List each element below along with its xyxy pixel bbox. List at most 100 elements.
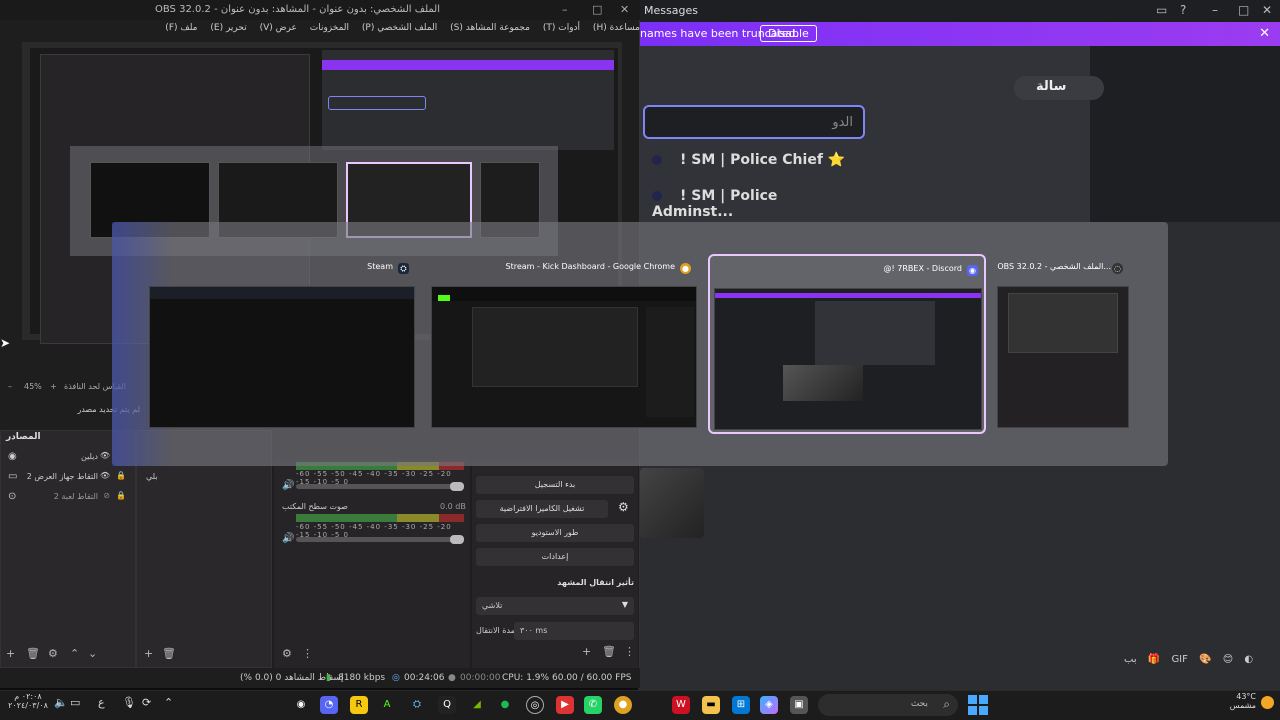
start-recording-button[interactable]: بدء التسجيل xyxy=(476,476,634,494)
sync-icon[interactable]: ⟳ xyxy=(142,696,151,709)
close-icon[interactable]: ✕ xyxy=(620,3,629,16)
menu-file[interactable]: ملف (F) xyxy=(165,23,197,33)
volume-slider[interactable] xyxy=(296,535,464,544)
eye-icon[interactable]: 👁 xyxy=(100,451,110,460)
transition-select[interactable]: تلاشي ▼ xyxy=(476,597,634,615)
store-icon[interactable]: ⊞ xyxy=(732,696,750,714)
network-icon[interactable]: ▭ xyxy=(70,696,80,709)
search-box[interactable]: بحث ⌕ xyxy=(818,694,958,716)
clock[interactable]: ٠٢:٠٨ م ٢٠٢٤/٠٣/٠٨ xyxy=(8,692,48,716)
duration-spinbox[interactable]: ٣٠٠ ms xyxy=(514,622,634,640)
wps-taskbar-icon[interactable]: W xyxy=(672,696,690,714)
discord-titlebar: Messages ▭ ? – □ ✕ xyxy=(638,0,1280,22)
thumb-header xyxy=(150,287,414,299)
switcher-tile-obs[interactable]: OBS 32.0.2 - الملف الشخصي... ◌ xyxy=(997,256,1129,432)
speaker-icon[interactable]: 🔊 xyxy=(282,480,294,491)
apps-icon[interactable]: ◐ xyxy=(1244,654,1253,665)
kick-taskbar-icon[interactable]: A xyxy=(378,696,396,714)
close-icon[interactable]: ✕ xyxy=(1262,3,1272,17)
volume-slider[interactable] xyxy=(296,482,464,491)
active-app-taskbar-icon[interactable]: ◎ xyxy=(526,696,544,714)
switcher-tile-steam[interactable]: Steam ⛭ xyxy=(149,256,415,432)
switcher-tile-chrome[interactable]: Stream - Kick Dashboard - Google Chrome … xyxy=(431,256,697,432)
disable-button[interactable]: Disable xyxy=(760,25,817,42)
maximize-icon[interactable]: □ xyxy=(592,3,602,16)
add-icon[interactable]: + xyxy=(582,645,591,658)
weather-widget[interactable]: 43°C مشمس xyxy=(1212,692,1274,716)
menu-edit[interactable]: تحرير (E) xyxy=(210,23,246,33)
zoom-in-icon[interactable]: + xyxy=(50,382,57,391)
trash-icon[interactable]: 🗑 xyxy=(162,647,176,660)
message-pill[interactable]: سالة xyxy=(1014,76,1104,100)
taskview-icon[interactable]: ▣ xyxy=(790,696,808,714)
source-item[interactable]: ⊙ التقاط لعبة 2 ⊘ 🔒 xyxy=(4,491,132,507)
mixer-gear-icon[interactable]: ⚙ xyxy=(282,647,292,660)
steam-taskbar-icon[interactable]: ⛭ xyxy=(408,696,426,714)
menu-docks[interactable]: المخزونات xyxy=(310,23,349,33)
app-taskbar-icon[interactable]: R xyxy=(350,696,368,714)
virtual-camera-button[interactable]: تشغيل الكاميرا الافتراضية xyxy=(476,500,608,518)
menu-profile[interactable]: الملف الشخصي (P) xyxy=(362,23,437,33)
image-thumbnail[interactable] xyxy=(640,468,704,538)
mixer-label: صوت سطح المكتب xyxy=(282,502,348,511)
maximize-icon[interactable]: □ xyxy=(1238,3,1249,17)
inbox-icon[interactable]: ▭ xyxy=(1156,3,1167,17)
mic-icon[interactable]: 🎙 xyxy=(122,696,136,709)
lock-icon[interactable]: 🔒 xyxy=(116,471,126,480)
spotify-taskbar-icon[interactable]: ● xyxy=(496,696,514,714)
discord-taskbar-icon[interactable]: ◔ xyxy=(320,696,338,714)
media-taskbar-icon[interactable]: ▶ xyxy=(556,696,574,714)
settings-button[interactable]: إعدادات xyxy=(476,548,634,566)
gif-icon[interactable]: GIF xyxy=(1171,654,1187,665)
more-icon[interactable]: ⋮ xyxy=(624,645,635,658)
tile-thumbnail xyxy=(431,286,697,428)
search-app-taskbar-icon[interactable]: Q xyxy=(438,696,456,714)
menu-tools[interactable]: أدوات (T) xyxy=(543,23,580,33)
chrome-taskbar-icon[interactable]: ● xyxy=(614,696,632,714)
eye-hidden-icon[interactable]: ⊘ xyxy=(103,491,110,500)
list-item[interactable]: ! SM | Police Chief ⭐ xyxy=(652,152,852,176)
eye-icon[interactable]: 👁 xyxy=(100,471,110,480)
list-item[interactable]: ! SM | Police Adminst... xyxy=(652,188,852,220)
zoom-out-icon[interactable]: – xyxy=(8,382,12,391)
copilot-icon[interactable]: ◈ xyxy=(760,696,778,714)
mention-search-input[interactable]: الدو xyxy=(643,105,865,139)
steam-icon: ⛭ xyxy=(398,263,409,274)
volume-icon[interactable]: 🔈 xyxy=(54,696,68,709)
trash-icon[interactable]: 🗑 xyxy=(26,647,40,660)
obs-taskbar-icon[interactable]: ◉ xyxy=(292,696,310,714)
studio-mode-button[interactable]: طور الاستوديو xyxy=(476,524,634,542)
switcher-tile-discord[interactable]: @! 7RBEX - Discord ◉ xyxy=(708,254,986,434)
arrow-up-icon[interactable]: ⌃ xyxy=(70,647,79,660)
file-explorer-icon[interactable]: ▬ xyxy=(702,696,720,714)
lock-icon[interactable]: 🔒 xyxy=(116,491,126,500)
banner-close-icon[interactable]: ✕ xyxy=(1259,26,1270,41)
gift-icon[interactable]: 🎁 xyxy=(1148,654,1160,665)
language-icon[interactable]: ع xyxy=(98,696,105,709)
nvidia-taskbar-icon[interactable]: ◢ xyxy=(468,696,486,714)
trash-icon[interactable]: 🗑 xyxy=(602,645,616,658)
add-scene-icon[interactable]: + xyxy=(144,647,153,660)
menu-view[interactable]: عرض (V) xyxy=(260,23,297,33)
chevron-up-icon[interactable]: ⌃ xyxy=(164,696,173,709)
menu-help[interactable]: مساعدة (H) xyxy=(593,23,640,33)
arrow-down-icon[interactable]: ⌄ xyxy=(88,647,97,660)
speaker-icon[interactable]: 🔊 xyxy=(282,533,294,544)
help-icon[interactable]: ? xyxy=(1180,3,1186,17)
minimize-icon[interactable]: – xyxy=(562,3,568,16)
audio-mixer-dock xyxy=(274,460,470,668)
gear-icon[interactable]: ⚙ xyxy=(48,647,58,660)
more-icon[interactable]: ⋮ xyxy=(302,647,313,660)
minimize-icon[interactable]: – xyxy=(1212,3,1218,17)
tile-thumbnail xyxy=(997,286,1129,428)
menu-scene-collection[interactable]: مجموعة المشاهد (S) xyxy=(450,23,530,33)
add-source-icon[interactable]: + xyxy=(6,647,15,660)
gear-icon[interactable]: ⚙ xyxy=(618,500,629,514)
whatsapp-taskbar-icon[interactable]: ✆ xyxy=(584,696,602,714)
sticker-icon[interactable]: 🎨 xyxy=(1199,654,1211,665)
slider-handle[interactable] xyxy=(450,482,464,491)
emoji-icon[interactable]: 😊 xyxy=(1223,654,1233,665)
start-button[interactable] xyxy=(968,695,988,715)
source-item[interactable]: ▭ التقاط جهاز العرض 2 👁 🔒 xyxy=(4,471,132,487)
slider-handle[interactable] xyxy=(450,535,464,544)
